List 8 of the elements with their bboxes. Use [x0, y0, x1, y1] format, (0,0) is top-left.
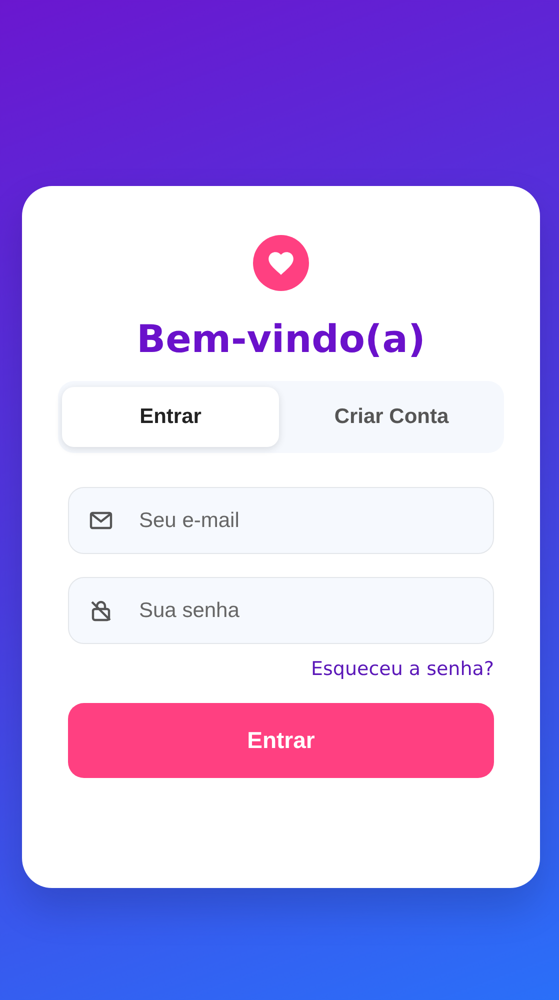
welcome-title: Bem-vindo(a)	[136, 316, 426, 363]
tab[interactable]: Entrar	[62, 387, 279, 447]
password-field[interactable]: Sua senha	[68, 577, 494, 644]
lock-off-icon	[89, 598, 113, 622]
envelope-icon	[89, 510, 113, 530]
forgot-password-link[interactable]: Esqueceu a senha?	[311, 658, 494, 680]
email-field[interactable]: Seu e-mail	[68, 487, 494, 554]
tab[interactable]: Criar Conta	[283, 387, 500, 447]
